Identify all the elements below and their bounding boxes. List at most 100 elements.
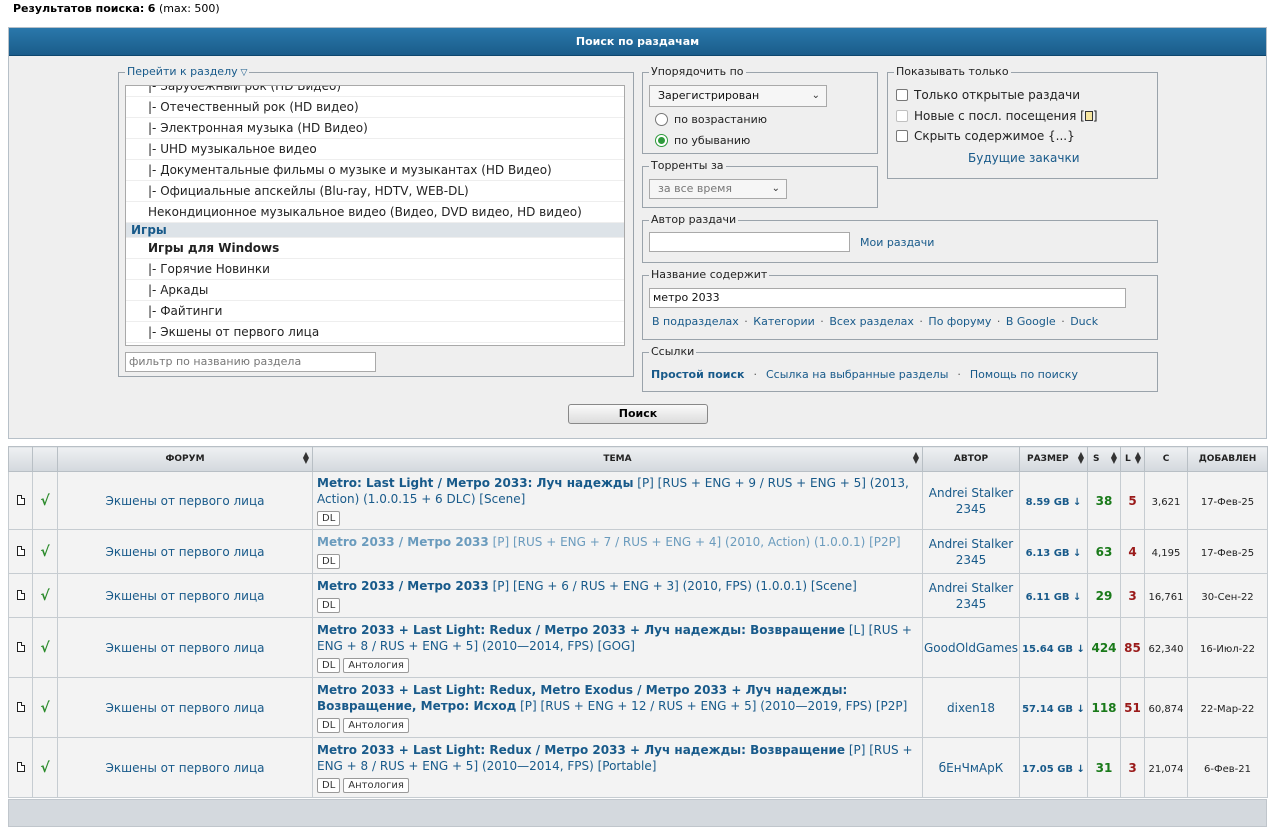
section-item[interactable]: Игры для Windows [126,238,624,259]
topic-link[interactable]: Metro: Last Light / Метро 2033: Луч наде… [317,476,633,490]
future-downloads-link[interactable]: Будущие закачки [968,151,1080,165]
size-link[interactable]: 17.05 GB ↓ [1019,737,1088,798]
topic-cell: Metro 2033 / Метро 2033 [P] [ENG + 6 / R… [312,573,923,618]
torrent-file-icon[interactable] [8,737,33,798]
period-select[interactable]: за все время ⌄ [649,179,787,199]
section-item[interactable]: |- Аркады [126,280,624,301]
search-panel: Поиск по раздачам Перейти к разделу ▽ |-… [8,27,1267,439]
open-only-checkbox[interactable] [896,89,908,101]
leechers: 3 [1120,573,1145,618]
torrent-file-icon[interactable] [8,677,33,738]
author-cell[interactable]: GoodOldGames [922,617,1020,678]
size-link[interactable]: 8.59 GB ↓ [1019,471,1088,530]
author-cell[interactable]: Andrei Stalker 2345 [922,529,1020,574]
col-forum[interactable]: ФОРУМ ▲ ▼ [57,446,313,472]
topic-details[interactable]: [P] [RUS + ENG + 7 / RUS + ENG + 4] (201… [489,535,901,549]
size-link[interactable]: 6.13 GB ↓ [1019,529,1088,574]
results-table: ФОРУМ ▲ ▼ ТЕМА ▲ ▼ АВТОР РАЗМЕР ▲ ▼ S ▲ ▼ L ▲ ▼ C … [8,446,1268,798]
order-select[interactable]: Зарегистрирован ⌄ [649,85,827,107]
leechers: 3 [1120,737,1145,798]
link-all-sections[interactable]: Всех разделах [829,315,914,328]
topic-details[interactable]: [P] [ENG + 6 / RUS + ENG + 3] (2010, FPS… [489,579,857,593]
anthology-tag: Антология [343,658,409,673]
topic-link[interactable]: Metro 2033 + Last Light: Redux / Метро 2… [317,743,845,757]
forum-link[interactable]: Экшены от первого лица [57,573,313,618]
col-completed[interactable]: C [1144,446,1188,472]
section-item[interactable]: Некондиционное музыкальное видео (Видео,… [126,202,624,223]
refs-links: Простой поиск · Ссылка на выбранные разд… [651,368,1078,381]
section-item[interactable]: |- Горячие Новинки [126,259,624,280]
link-categories[interactable]: Категории [753,315,815,328]
col-seeders[interactable]: S ▲ ▼ [1087,446,1121,472]
topic-link[interactable]: Metro 2033 / Метро 2033 [317,535,489,549]
triangle-down-icon: ▽ [237,68,248,78]
section-item[interactable]: |- Отечественный рок (HD видео) [126,97,624,118]
my-torrents-link[interactable]: Мои раздачи [858,236,936,249]
size-link[interactable]: 6.11 GB ↓ [1019,573,1088,618]
seeders: 31 [1087,737,1121,798]
link-google[interactable]: В Google [1006,315,1056,328]
col-topic[interactable]: ТЕМА ▲ ▼ [312,446,923,472]
topic-link[interactable]: Metro 2033 + Last Light: Redux / Метро 2… [317,623,845,637]
section-item[interactable]: |- Зарубежный рок (HD Видео) [126,86,624,97]
link-by-forum[interactable]: По форуму [928,315,991,328]
forum-link[interactable]: Экшены от первого лица [57,677,313,738]
order-asc-label[interactable]: по возрастанию [674,113,767,126]
topic-link[interactable]: Metro 2033 / Метро 2033 [317,579,489,593]
forum-link[interactable]: Экшены от первого лица [57,617,313,678]
section-item[interactable]: |- Документальные фильмы о музыке и музы… [126,160,624,181]
section-item[interactable]: |- UHD музыкальное видео [126,139,624,160]
torrent-file-icon[interactable] [8,471,33,530]
author-cell[interactable]: Andrei Stalker 2345 [922,573,1020,618]
torrent-file-icon[interactable] [8,529,33,574]
hide-content-checkbox[interactable] [896,130,908,142]
order-desc-radio[interactable] [655,134,668,147]
author-cell[interactable]: Andrei Stalker 2345 [922,471,1020,530]
sort-icon: ▲ ▼ [1110,450,1117,465]
seeders: 29 [1087,573,1121,618]
search-help-link[interactable]: Помощь по поиску [970,368,1078,381]
col-leechers[interactable]: L ▲ ▼ [1120,446,1145,472]
forum-link[interactable]: Экшены от первого лица [57,737,313,798]
author-input[interactable] [649,232,850,252]
link-duck[interactable]: Duck [1070,315,1098,328]
size-link[interactable]: 57.14 GB ↓ [1019,677,1088,738]
sort-icon: ▲ ▼ [1077,450,1084,465]
approved-check: √ [32,529,58,574]
section-item[interactable]: |- Электронная музыка (HD Видео) [126,118,624,139]
col-author[interactable]: АВТОР [922,446,1020,472]
col-added[interactable]: ДОБАВЛЕН [1187,446,1268,472]
added-date: 17-Фев-25 [1187,529,1268,574]
link-subsections[interactable]: В подразделах [652,315,739,328]
show-only-fieldset: Показывать только Только открытые раздач… [887,65,1158,179]
section-filter-input[interactable]: фильтр по названию раздела [125,352,376,372]
new-since-label[interactable]: Новые с посл. посещения [] [914,109,1098,123]
author-cell[interactable]: dixen18 [922,677,1020,738]
section-legend[interactable]: Перейти к разделу ▽ [125,65,250,80]
forum-link[interactable]: Экшены от первого лица [57,529,313,574]
simple-search-link[interactable]: Простой поиск [651,368,744,381]
order-desc-label[interactable]: по убыванию [674,134,750,147]
title-input[interactable]: метро 2033 [649,288,1126,308]
torrent-file-icon[interactable] [8,617,33,678]
topic-cell: Metro: Last Light / Метро 2033: Луч наде… [312,471,923,530]
section-list[interactable]: |- Зарубежный рок (HD Видео) |- Отечестве… [125,85,625,346]
search-button[interactable]: Поиск [568,404,708,424]
order-asc-radio[interactable] [655,113,668,126]
results-summary: Результатов поиска: 6 (max: 500) [13,2,220,15]
forum-link[interactable]: Экшены от первого лица [57,471,313,530]
section-item[interactable]: |- Файтинги [126,301,624,322]
selected-sections-link[interactable]: Ссылка на выбранные разделы [766,368,948,381]
new-since-checkbox[interactable] [896,110,908,122]
topic-details[interactable]: [P] [RUS + ENG + 12 / RUS + ENG + 5] (20… [516,699,907,713]
section-item[interactable]: |- Экшены от первого лица [126,322,624,343]
completed-count: 16,761 [1144,573,1188,618]
col-size[interactable]: РАЗМЕР ▲ ▼ [1019,446,1088,472]
topic-cell: Metro 2033 / Метро 2033 [P] [RUS + ENG +… [312,529,923,574]
author-cell[interactable]: бЕнЧмАрК [922,737,1020,798]
torrent-file-icon[interactable] [8,573,33,618]
section-item[interactable]: |- Официальные апскейлы (Blu-ray, HDTV, … [126,181,624,202]
open-only-label[interactable]: Только открытые раздачи [914,88,1080,102]
size-link[interactable]: 15.64 GB ↓ [1019,617,1088,678]
hide-content-label[interactable]: Скрыть содержимое {...} [914,129,1075,143]
